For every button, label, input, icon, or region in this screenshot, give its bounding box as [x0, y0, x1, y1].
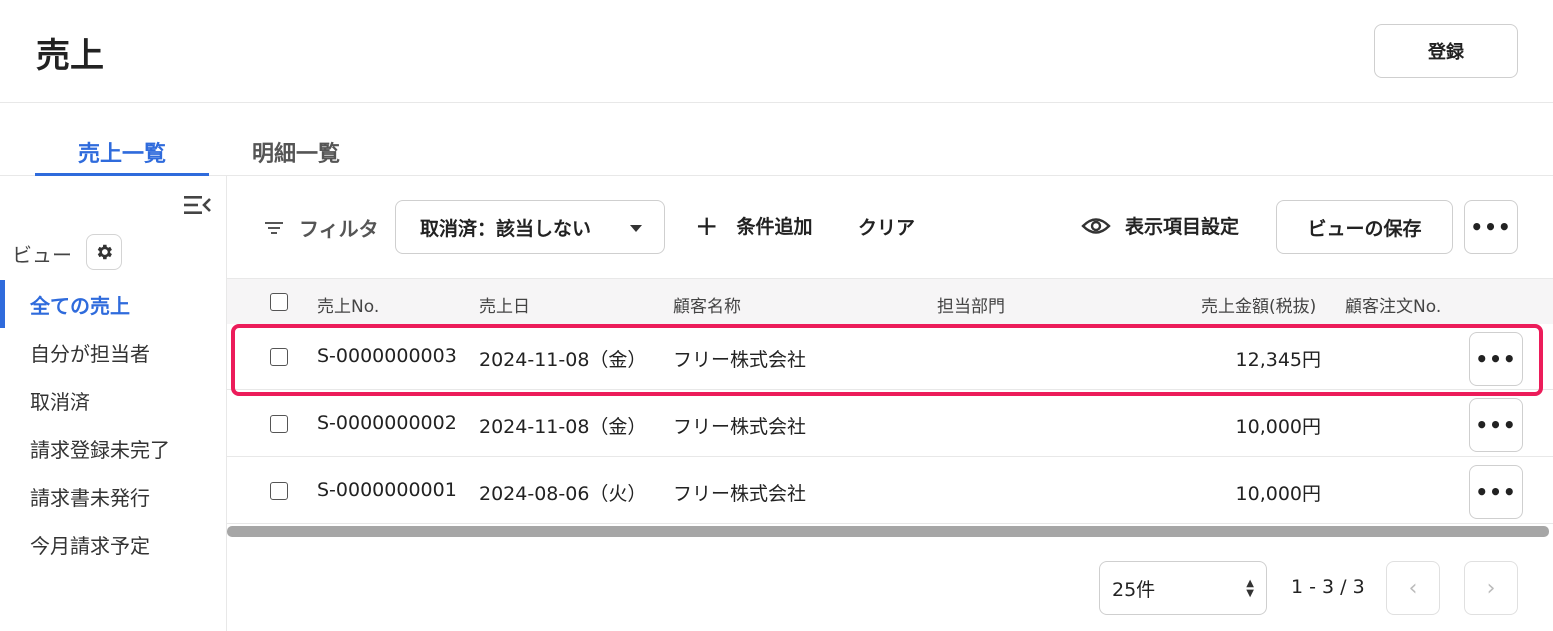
view-label: ビュー [12, 243, 72, 267]
tab-detail-list[interactable]: 明細一覧 [209, 136, 383, 176]
sidebar-item-invoice-unissued[interactable]: 請求書未発行 [0, 472, 227, 520]
row-more-button[interactable]: ••• [1469, 465, 1523, 519]
table-row[interactable]: S-0000000002 2024-11-08（金） フリー株式会社 10,00… [227, 391, 1553, 457]
row-more-button[interactable]: ••• [1469, 398, 1523, 452]
column-header-department[interactable]: 担当部門 [937, 292, 1005, 317]
filter-chip-cancelled[interactable]: 取消済：該当しない [395, 200, 665, 254]
cell-amount: 10,000円 [1235, 483, 1321, 505]
filter-chip-label: 取消済：該当しない [420, 217, 592, 240]
horizontal-scrollbar[interactable] [227, 526, 1549, 537]
page-size-value: 25件 [1112, 578, 1156, 601]
main-content: フィルタ 取消済：該当しない + 条件追加 クリア 表示項目設定 ビューの保存 … [227, 176, 1553, 631]
cell-sales-date: 2024-11-08（金） [479, 416, 647, 438]
cell-sales-no: S-0000000002 [317, 412, 457, 434]
cell-sales-date: 2024-08-06（火） [479, 483, 647, 505]
chevron-right-icon: › [1486, 575, 1496, 601]
cell-customer: フリー株式会社 [673, 483, 807, 505]
cell-customer: フリー株式会社 [673, 416, 807, 438]
plus-icon: + [695, 208, 719, 242]
sidebar-item-cancelled[interactable]: 取消済 [0, 376, 227, 424]
cell-sales-no: S-0000000001 [317, 479, 457, 501]
column-header-sales-no[interactable]: 売上No. [317, 292, 379, 317]
page-header: 売上 登録 [0, 0, 1553, 103]
select-arrows-icon: ▲ ▼ [1246, 578, 1254, 599]
clear-button[interactable]: クリア [858, 213, 915, 240]
sidebar-item-all-sales[interactable]: 全ての売上 [0, 280, 227, 328]
prev-page-button[interactable]: ‹ [1386, 561, 1440, 615]
row-checkbox[interactable] [270, 415, 288, 433]
column-header-customer[interactable]: 顧客名称 [673, 292, 741, 317]
table-row[interactable]: S-0000000001 2024-08-06（火） フリー株式会社 10,00… [227, 458, 1553, 524]
add-condition-button[interactable]: + 条件追加 [695, 208, 813, 242]
display-settings-button[interactable]: 表示項目設定 [1081, 212, 1239, 239]
column-header-sales-date[interactable]: 売上日 [479, 292, 530, 317]
page-title: 売上 [36, 36, 104, 76]
filter-icon [265, 222, 283, 234]
sidebar-item-billing-incomplete[interactable]: 請求登録未完了 [0, 424, 227, 472]
row-highlight-annotation [231, 324, 1543, 396]
register-button[interactable]: 登録 [1374, 24, 1518, 78]
filter-label: フィルタ [299, 217, 379, 241]
tab-bar: 売上一覧 明細一覧 [0, 103, 1553, 176]
view-sidebar: ビュー 全ての売上 自分が担当者 取消済 請求登録未完了 請求書未発行 今月請求… [0, 176, 227, 631]
gear-icon [97, 244, 112, 260]
add-condition-label: 条件追加 [736, 216, 813, 238]
select-all-checkbox[interactable] [270, 293, 288, 311]
page-size-select[interactable]: 25件 ▲ ▼ [1099, 561, 1267, 615]
sidebar-item-my-assigned[interactable]: 自分が担当者 [0, 328, 227, 376]
next-page-button[interactable]: › [1464, 561, 1518, 615]
caret-down-icon [630, 225, 642, 232]
pagination-range: 1 - 3 / 3 [1291, 576, 1365, 598]
view-settings-button[interactable] [86, 234, 122, 270]
collapse-menu-icon[interactable] [183, 194, 211, 216]
toolbar-more-button[interactable]: ••• [1464, 200, 1518, 254]
eye-icon [1081, 217, 1111, 234]
tab-sales-list[interactable]: 売上一覧 [35, 136, 209, 176]
cell-amount: 10,000円 [1235, 416, 1321, 438]
column-header-amount[interactable]: 売上金額(税抜) [1201, 292, 1316, 317]
save-view-button[interactable]: ビューの保存 [1276, 200, 1453, 254]
display-settings-label: 表示項目設定 [1125, 216, 1240, 238]
column-header-order-no[interactable]: 顧客注文No. [1345, 292, 1441, 317]
chevron-left-icon: ‹ [1408, 575, 1418, 601]
table-header: 売上No. 売上日 顧客名称 担当部門 売上金額(税抜) 顧客注文No. [227, 278, 1553, 324]
sidebar-item-this-month-billing[interactable]: 今月請求予定 [0, 520, 227, 568]
row-checkbox[interactable] [270, 482, 288, 500]
